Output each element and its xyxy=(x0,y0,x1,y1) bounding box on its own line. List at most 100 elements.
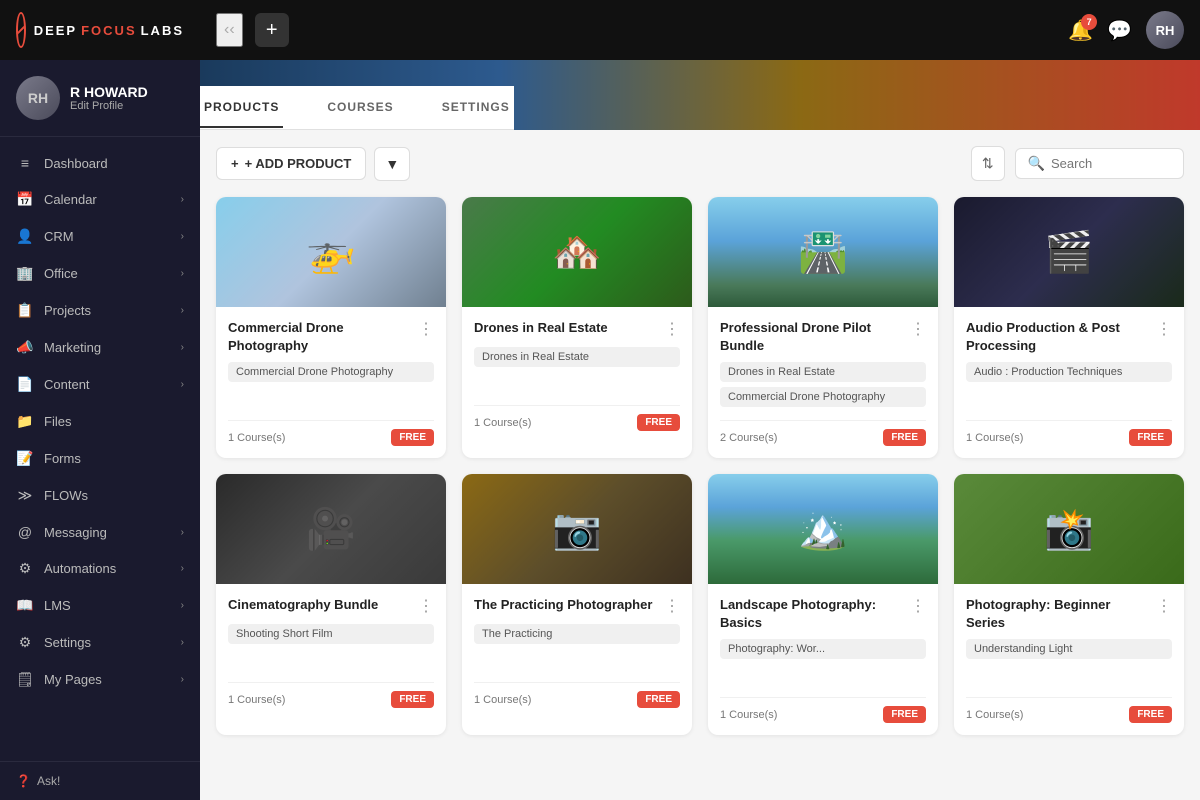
price-badge: FREE xyxy=(883,706,926,723)
product-image xyxy=(462,474,692,584)
files-nav-icon: 📁 xyxy=(16,413,34,430)
hero-banner: PRODUCTS COURSES SETTINGS xyxy=(200,60,1200,130)
product-menu-button[interactable]: ⋮ xyxy=(1156,596,1172,616)
course-count: 1 Course(s) xyxy=(966,709,1023,721)
product-title: Commercial Drone Photography xyxy=(228,319,412,354)
content-area: + + ADD PRODUCT ▼ ⇅ 🔍 Commercial Drone P… xyxy=(200,130,1200,800)
product-tag: Drones in Real Estate xyxy=(474,347,680,367)
course-count: 2 Course(s) xyxy=(720,432,777,444)
price-badge: FREE xyxy=(391,691,434,708)
sidebar-item-projects[interactable]: 📋 Projects › xyxy=(0,292,200,329)
ask-button[interactable]: ❓ Ask! xyxy=(16,774,184,788)
sidebar-item-calendar[interactable]: 📅 Calendar › xyxy=(0,181,200,218)
chevron-right-icon: › xyxy=(181,600,184,611)
marketing-nav-label: Marketing xyxy=(44,340,101,355)
product-image xyxy=(708,474,938,584)
sidebar-item-forms[interactable]: 📝 Forms xyxy=(0,440,200,477)
price-badge: FREE xyxy=(1129,429,1172,446)
content-nav-icon: 📄 xyxy=(16,376,34,393)
sort-button[interactable]: ⇅ xyxy=(971,146,1005,181)
sidebar-item-lms[interactable]: 📖 LMS › xyxy=(0,587,200,624)
automations-nav-icon: ⚙ xyxy=(16,560,34,577)
chevron-right-icon: › xyxy=(181,527,184,538)
product-card-practicing-photographer: The Practicing Photographer ⋮ The Practi… xyxy=(462,474,692,735)
tab-bar: PRODUCTS COURSES SETTINGS xyxy=(200,86,514,130)
files-nav-label: Files xyxy=(44,414,71,429)
messages-button[interactable]: 💬 xyxy=(1107,18,1132,43)
sidebar-item-mypages[interactable]: 🗒 My Pages › xyxy=(0,661,200,698)
product-menu-button[interactable]: ⋮ xyxy=(910,596,926,616)
sidebar-item-dashboard[interactable]: ≡ Dashboard xyxy=(0,145,200,181)
office-nav-label: Office xyxy=(44,266,78,281)
messaging-nav-icon: @ xyxy=(16,524,34,540)
chevron-right-icon: › xyxy=(181,194,184,205)
sidebar-item-settings[interactable]: ⚙ Settings › xyxy=(0,624,200,661)
dashboard-nav-label: Dashboard xyxy=(44,156,108,171)
price-badge: FREE xyxy=(637,691,680,708)
price-badge: FREE xyxy=(391,429,434,446)
chevron-right-icon: › xyxy=(181,637,184,648)
edit-profile-link[interactable]: Edit Profile xyxy=(70,100,148,112)
product-menu-button[interactable]: ⋮ xyxy=(910,319,926,339)
product-card-landscape-photography: Landscape Photography: Basics ⋮ Photogra… xyxy=(708,474,938,735)
settings-nav-label: Settings xyxy=(44,635,91,650)
calendar-nav-icon: 📅 xyxy=(16,191,34,208)
course-count: 1 Course(s) xyxy=(966,432,1023,444)
mypages-nav-label: My Pages xyxy=(44,672,102,687)
automations-nav-label: Automations xyxy=(44,561,116,576)
product-grid: Commercial Drone Photography ⋮ Commercia… xyxy=(216,197,1184,735)
sidebar-item-messaging[interactable]: @ Messaging › xyxy=(0,514,200,550)
forms-nav-label: Forms xyxy=(44,451,81,466)
sidebar-item-office[interactable]: 🏢 Office › xyxy=(0,255,200,292)
user-avatar[interactable]: RH xyxy=(1146,11,1184,49)
product-image xyxy=(216,197,446,307)
sidebar-item-marketing[interactable]: 📣 Marketing › xyxy=(0,329,200,366)
sidebar-item-files[interactable]: 📁 Files xyxy=(0,403,200,440)
product-card-audio-production: Audio Production & Post Processing ⋮ Aud… xyxy=(954,197,1184,458)
sidebar-item-crm[interactable]: 👤 CRM › xyxy=(0,218,200,255)
topbar: ‹‹ + 🔔 7 💬 RH xyxy=(200,0,1200,60)
tab-settings[interactable]: SETTINGS xyxy=(438,88,514,128)
sidebar-item-automations[interactable]: ⚙ Automations › xyxy=(0,550,200,587)
filter-dropdown-button[interactable]: ▼ xyxy=(374,147,410,181)
product-tag: Photography: Wor... xyxy=(720,639,926,659)
crm-nav-icon: 👤 xyxy=(16,228,34,245)
chevron-right-icon: › xyxy=(181,674,184,685)
projects-nav-icon: 📋 xyxy=(16,302,34,319)
product-tag: Understanding Light xyxy=(966,639,1172,659)
course-count: 1 Course(s) xyxy=(720,709,777,721)
sidebar-nav: ≡ Dashboard 📅 Calendar › 👤 CRM › 🏢 Offic… xyxy=(0,137,200,761)
chevron-right-icon: › xyxy=(181,563,184,574)
plus-icon: + xyxy=(231,156,239,171)
chevron-right-icon: › xyxy=(181,268,184,279)
product-tags: Drones in Real EstateCommercial Drone Ph… xyxy=(720,362,926,412)
collapse-sidebar-button[interactable]: ‹‹ xyxy=(216,13,243,47)
product-title: The Practicing Photographer xyxy=(474,596,658,614)
course-count: 1 Course(s) xyxy=(474,417,531,429)
sidebar-item-flows[interactable]: ≫ FLOWs xyxy=(0,477,200,514)
sidebar-item-content[interactable]: 📄 Content › xyxy=(0,366,200,403)
price-badge: FREE xyxy=(637,414,680,431)
notifications-button[interactable]: 🔔 7 xyxy=(1068,18,1093,43)
marketing-nav-icon: 📣 xyxy=(16,339,34,356)
tab-courses[interactable]: COURSES xyxy=(323,88,397,128)
search-input[interactable] xyxy=(1051,156,1171,171)
product-title: Cinematography Bundle xyxy=(228,596,412,614)
product-menu-button[interactable]: ⋮ xyxy=(418,596,434,616)
tab-products[interactable]: PRODUCTS xyxy=(200,88,283,128)
course-count: 1 Course(s) xyxy=(228,694,285,706)
product-menu-button[interactable]: ⋮ xyxy=(664,319,680,339)
toolbar: + + ADD PRODUCT ▼ ⇅ 🔍 xyxy=(216,146,1184,181)
mypages-nav-icon: 🗒 xyxy=(16,671,34,688)
product-tags: Commercial Drone Photography xyxy=(228,362,434,412)
product-menu-button[interactable]: ⋮ xyxy=(418,319,434,339)
add-product-button[interactable]: + + ADD PRODUCT xyxy=(216,147,366,180)
product-tag: Drones in Real Estate xyxy=(720,362,926,382)
chevron-right-icon: › xyxy=(181,231,184,242)
price-badge: FREE xyxy=(1129,706,1172,723)
add-button[interactable]: + xyxy=(255,13,289,47)
product-tags: Drones in Real Estate xyxy=(474,347,680,397)
product-menu-button[interactable]: ⋮ xyxy=(664,596,680,616)
product-menu-button[interactable]: ⋮ xyxy=(1156,319,1172,339)
sidebar: DEEP FOCUS LABS RH R HOWARD Edit Profile… xyxy=(0,0,200,800)
